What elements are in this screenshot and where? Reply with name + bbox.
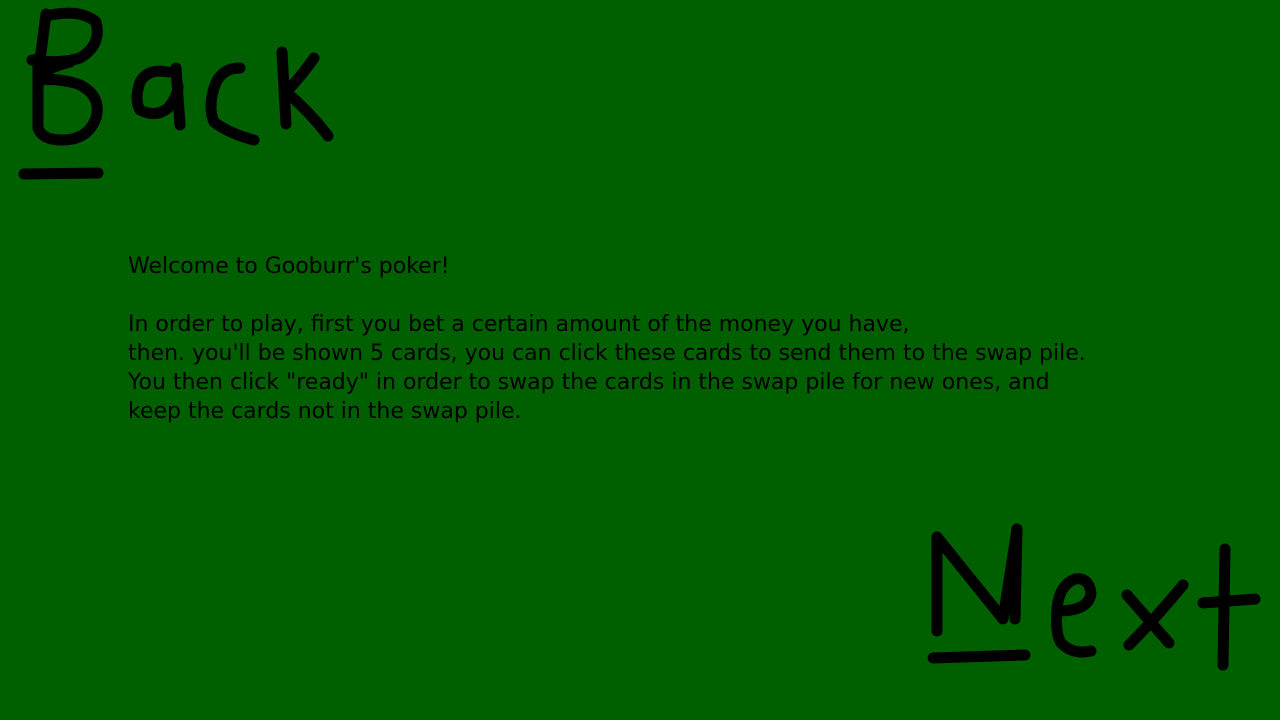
- back-button[interactable]: Back: [0, 0, 345, 190]
- instruction-line-1: In order to play, first you bet a certai…: [128, 312, 910, 337]
- back-handwritten-glyphs: [18, 7, 334, 180]
- next-handwritten-glyphs: [927, 523, 1261, 671]
- instruction-line-3: You then click "ready" in order to swap …: [128, 370, 1050, 395]
- instruction-line-2: then. you'll be shown 5 cards, you can c…: [128, 341, 1086, 366]
- instructions-panel: Welcome to Gooburr's poker! In order to …: [128, 252, 1228, 426]
- tutorial-screen: Back Welcome to Gooburr's poker! In orde…: [0, 0, 1280, 720]
- next-button[interactable]: Next: [915, 515, 1270, 685]
- instruction-line-4: keep the cards not in the swap pile.: [128, 399, 522, 424]
- welcome-text: Welcome to Gooburr's poker!: [128, 254, 450, 279]
